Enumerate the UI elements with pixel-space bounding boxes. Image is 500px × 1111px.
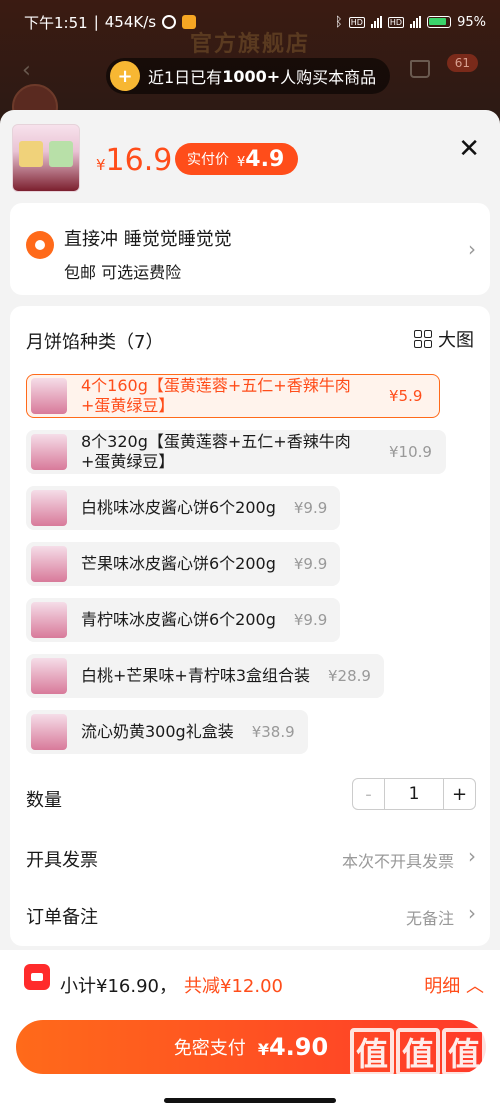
paid-price-badge: 实付价 ¥4.9 [175,143,299,175]
close-icon[interactable]: ✕ [458,134,480,164]
remark-value[interactable]: 无备注 [406,905,454,929]
option-thumbnail [31,378,67,414]
increment-button[interactable]: + [443,779,475,809]
bag-plus-icon: + [110,61,140,91]
chevron-right-icon: › [468,844,476,868]
battery-percent: 95% [457,14,486,30]
chevron-right-icon: › [468,901,476,925]
address-card[interactable]: 直接冲 睡觉觉睡觉觉 包邮 可选运费险 › [10,203,490,295]
home-indicator [164,1098,336,1103]
hd-icon: HD [348,16,365,28]
quantity-stepper: - 1 + [352,778,476,810]
bluetooth-icon: ᛒ [334,14,343,30]
quantity-label: 数量 [26,790,62,811]
status-time: 下午1:51 [24,13,88,32]
shipping-info: 包邮 可选运费险 [64,263,182,282]
option-thumbnail [31,658,67,694]
signal-icon-2 [410,16,422,28]
product-price: ¥16.9 [96,143,173,178]
chevron-up-icon: ︿ [466,976,484,997]
detail-toggle[interactable]: 明细 ︿ [424,972,484,998]
back-icon: ‹ [22,58,31,83]
sku-option-3[interactable]: 白桃味冰皮酱心饼6个200g ¥9.9 [26,486,341,530]
location-pin-icon [26,231,54,259]
sku-card: 月饼馅种类（7） 大图 4个160g【蛋黄莲蓉+五仁+香辣牛肉+蛋黄绿豆】 ¥5… [10,306,490,946]
invoice-label: 开具发票 [26,850,98,871]
coupon-icon [24,964,50,990]
cart-icon [410,60,430,78]
discount-total: 共减¥12.00 [184,976,283,997]
sku-option-2[interactable]: 8个320g【蛋黄莲蓉+五仁+香辣牛肉+蛋黄绿豆】 ¥10.9 [26,430,446,474]
sku-title: 月饼馅种类（7） [26,332,164,353]
grid-icon [414,330,432,348]
address-recipient: 直接冲 睡觉觉睡觉觉 [64,229,232,250]
network-speed: 454K/s [104,13,157,31]
decrement-button[interactable]: - [353,779,385,809]
sku-option-1[interactable]: 4个160g【蛋黄莲蓉+五仁+香辣牛肉+蛋黄绿豆】 ¥5.9 [26,374,440,418]
alarm-icon [162,15,177,29]
big-view-button[interactable]: 大图 [414,326,474,352]
sku-option-7[interactable]: 流心奶黄300g礼盒装 ¥38.9 [26,710,308,754]
sku-option-4[interactable]: 芒果味冰皮酱心饼6个200g ¥9.9 [26,542,341,586]
watermark: 值值值 zhizhizhi.com [350,1028,490,1104]
product-thumbnail[interactable] [12,124,80,192]
subtotal: 小计¥16.90， [60,976,177,997]
hd-icon-2: HD [387,16,405,28]
quantity-value[interactable]: 1 [385,784,443,804]
purchase-sheet: ¥16.9 实付价 ¥4.9 ✕ 直接冲 睡觉觉睡觉觉 包邮 可选运费险 › 月… [0,110,500,1111]
battery-icon [427,16,452,28]
invoice-value[interactable]: 本次不开具发票 [342,848,454,872]
purchase-toast: + 近1日已有 1000+ 人购买本商品 [106,58,391,94]
remark-label: 订单备注 [26,907,98,928]
sheet-header: ¥16.9 实付价 ¥4.9 ✕ [0,110,500,200]
status-bar: 下午1:51 | 454K/s ᛒ HD HD 95% [24,13,486,32]
sku-option-6[interactable]: 白桃+芒果味+青柠味3盒组合装 ¥28.9 [26,654,384,698]
option-thumbnail [31,546,67,582]
cart-badge: 61 [446,54,478,72]
chevron-right-icon: › [468,237,476,261]
sku-option-5[interactable]: 青柠味冰皮酱心饼6个200g ¥9.9 [26,598,341,642]
app-notification-icon [182,15,197,29]
signal-icon [370,16,382,28]
option-thumbnail [31,602,67,638]
option-thumbnail [31,714,67,750]
option-thumbnail [31,434,67,470]
option-thumbnail [31,490,67,526]
